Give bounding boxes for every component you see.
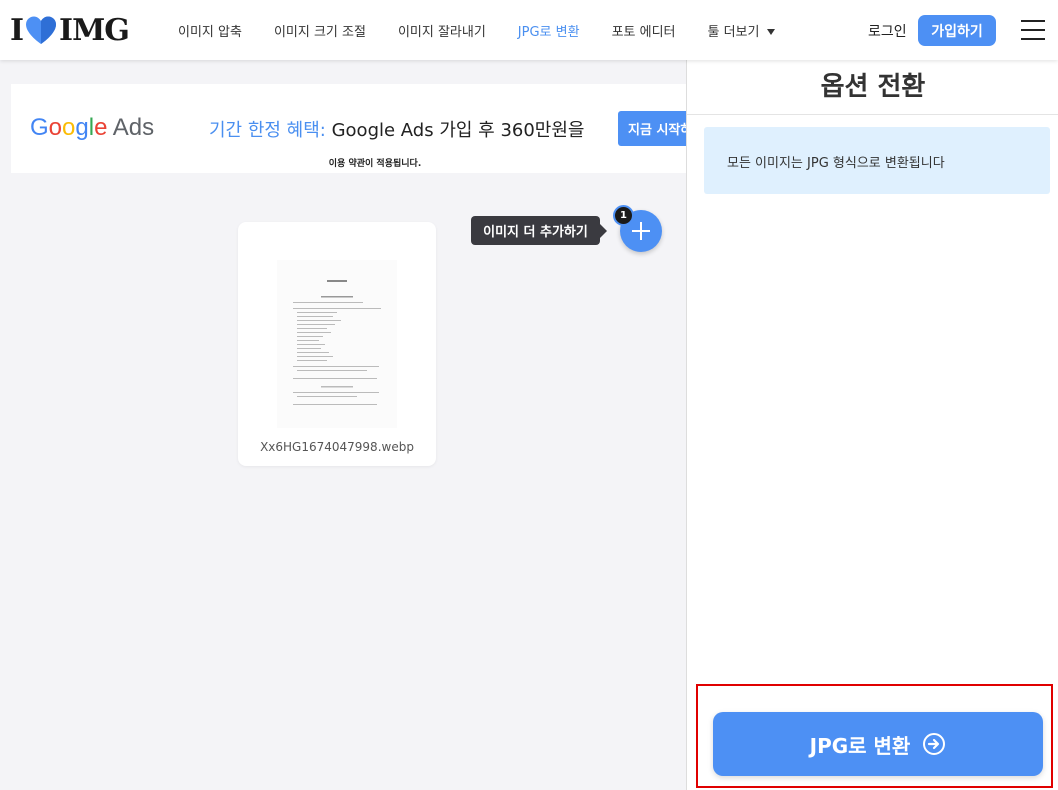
top-header: I IMG 이미지 압축 이미지 크기 조절 이미지 잘라내기 JPG로 변환 … — [0, 0, 1058, 60]
nav-more-tools[interactable]: 툴 더보기 — [708, 21, 776, 40]
arrow-right-circle-icon — [923, 733, 946, 755]
ad-cta-button[interactable]: 지금 시작하 — [618, 111, 686, 146]
conversion-info-box: 모든 이미지는 JPG 형식으로 변환됩니다 — [704, 127, 1050, 194]
add-more-images-tooltip: 이미지 더 추가하기 — [471, 216, 607, 245]
main-nav: 이미지 압축 이미지 크기 조절 이미지 잘라내기 JPG로 변환 포토 에디터… — [178, 0, 807, 60]
nav-resize-image[interactable]: 이미지 크기 조절 — [274, 21, 366, 40]
convert-button-label: JPG로 변환 — [809, 733, 911, 758]
ad-headline-highlight: 기간 한정 혜택: — [209, 120, 326, 141]
google-ads-banner[interactable]: Google Ads 기간 한정 혜택: Google Ads 가입 후 360… — [11, 84, 686, 173]
file-name-label: Xx6HG1674047998.webp — [260, 440, 414, 454]
logo-text-right: IMG — [59, 12, 130, 48]
ad-headline: 기간 한정 혜택: Google Ads 가입 후 360만원을 — [209, 116, 584, 142]
nav-convert-to-jpg[interactable]: JPG로 변환 — [518, 21, 580, 40]
file-card[interactable]: Xx6HG1674047998.webp — [238, 222, 436, 466]
nav-photo-editor[interactable]: 포토 에디터 — [612, 21, 676, 40]
ad-headline-rest: Google Ads 가입 후 360만원을 — [325, 120, 585, 141]
caret-down-icon — [767, 29, 776, 35]
hamburger-icon[interactable] — [1021, 20, 1045, 40]
workspace-area: Google Ads 기간 한정 혜택: Google Ads 가입 후 360… — [0, 60, 686, 790]
convert-to-jpg-button[interactable]: JPG로 변환 — [713, 712, 1043, 776]
document-thumbnail — [277, 260, 397, 428]
options-sidebar: 옵션 전환 모든 이미지는 JPG 형식으로 변환됩니다 JPG로 변환 — [686, 60, 1058, 790]
nav-compress-image[interactable]: 이미지 압축 — [178, 21, 242, 40]
plus-icon — [632, 222, 650, 240]
google-ads-logo: Google Ads — [30, 114, 155, 141]
nav-crop-image[interactable]: 이미지 잘라내기 — [398, 21, 486, 40]
file-count-badge: 1 — [613, 205, 634, 226]
heart-icon — [26, 16, 57, 44]
nav-more-tools-label: 툴 더보기 — [707, 24, 760, 40]
sidebar-title: 옵션 전환 — [687, 60, 1058, 115]
signup-button[interactable]: 가입하기 — [918, 15, 996, 46]
ad-terms-note: 이용 약관이 적용됩니다. — [328, 159, 422, 169]
logo-text-left: I — [10, 12, 24, 48]
login-link[interactable]: 로그인 — [868, 21, 907, 41]
iloveimg-logo[interactable]: I IMG — [10, 0, 150, 60]
